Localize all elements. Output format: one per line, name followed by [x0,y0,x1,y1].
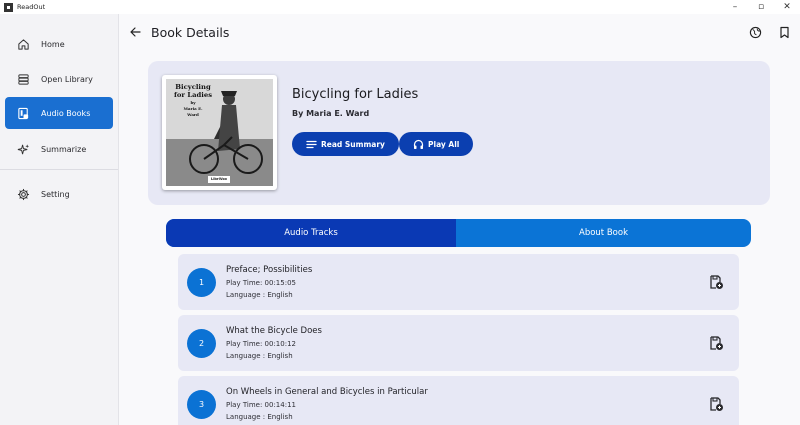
globe-icon[interactable] [748,25,762,39]
track-title: Preface; Possibilities [226,265,313,275]
track-language: Language : English [226,352,293,360]
sidebar-item-home[interactable]: Home [5,28,113,60]
app-title: ReadOut [17,3,46,11]
read-summary-label: Read Summary [321,139,385,149]
minimize-button[interactable]: – [722,0,748,14]
gear-icon [16,187,30,201]
tab-audio-tracks[interactable]: Audio Tracks [166,219,456,247]
app-logo-icon [4,2,13,12]
track-title: On Wheels in General and Bicycles in Par… [226,387,428,397]
book-title: Bicycling for Ladies [292,87,419,102]
sidebar-item-audio-books[interactable]: Audio Books [5,97,113,129]
home-icon [16,37,30,51]
cover-title-line: Bicycling [175,83,211,91]
lines-icon [306,139,317,150]
track-play-time: Play Time: 00:10:12 [226,340,296,348]
track-title: What the Bicycle Does [226,326,322,336]
sidebar-item-summarize[interactable]: Summarize [5,133,113,165]
book-info-card: Bicycling for Ladies by Maria E. Ward Li… [148,61,770,205]
track-list-item[interactable]: 2 What the Bicycle Does Play Time: 00:10… [178,315,739,371]
tab-about-book[interactable]: About Book [456,219,751,247]
sidebar: Home Open Library Audio Books Summarize … [0,14,119,425]
title-bar: ReadOut – ▫ ✕ [0,0,800,14]
sidebar-item-label: Home [41,39,65,49]
cover-publisher-badge: LibriVox [208,176,230,183]
track-number: 3 [187,390,216,419]
sidebar-item-label: Setting [41,189,70,199]
track-list-item[interactable]: 1 Preface; Possibilities Play Time: 00:1… [178,254,739,310]
cover-author-line: by [190,100,196,105]
close-button[interactable]: ✕ [774,0,800,14]
cover-illustration: Bicycling for Ladies by Maria E. Ward Li… [166,79,273,186]
bookmark-icon[interactable] [777,25,791,39]
sidebar-divider [0,169,118,170]
back-arrow-icon[interactable] [128,25,142,39]
sidebar-item-open-library[interactable]: Open Library [5,63,113,95]
track-language: Language : English [226,413,293,421]
main-content: Book Details Bicycling for Ladies by Mar… [120,14,800,425]
library-icon [16,72,30,86]
detail-tabs: Audio Tracks About Book [166,219,751,247]
audiobook-icon [16,106,30,120]
maximize-button[interactable]: ▫ [748,0,774,14]
track-number: 1 [187,268,216,297]
play-all-label: Play All [428,139,460,149]
read-summary-button[interactable]: Read Summary [292,132,399,156]
track-play-time: Play Time: 00:15:05 [226,279,296,287]
download-track-icon[interactable] [707,334,725,352]
headphones-icon [413,139,424,150]
window-controls: – ▫ ✕ [722,0,800,14]
book-cover: Bicycling for Ladies by Maria E. Ward Li… [162,75,277,190]
cover-title: Bicycling for Ladies by Maria E. Ward [170,83,216,117]
download-track-icon[interactable] [707,273,725,291]
track-play-time: Play Time: 00:14:11 [226,401,296,409]
sidebar-item-label: Summarize [41,144,87,154]
track-language: Language : English [226,291,293,299]
download-track-icon[interactable] [707,395,725,413]
sidebar-item-setting[interactable]: Setting [5,178,113,210]
book-author: By Maria E. Ward [292,109,370,118]
track-number: 2 [187,329,216,358]
page-title: Book Details [151,25,230,40]
sparkle-icon [16,142,30,156]
cover-author-line: Ward [187,112,199,117]
play-all-button[interactable]: Play All [399,132,474,156]
track-list-item[interactable]: 3 On Wheels in General and Bicycles in P… [178,376,739,425]
sidebar-item-label: Audio Books [41,108,91,118]
cover-author-line: Maria E. [183,106,203,111]
sidebar-item-label: Open Library [41,74,93,84]
cover-title-line: for Ladies [173,91,213,99]
